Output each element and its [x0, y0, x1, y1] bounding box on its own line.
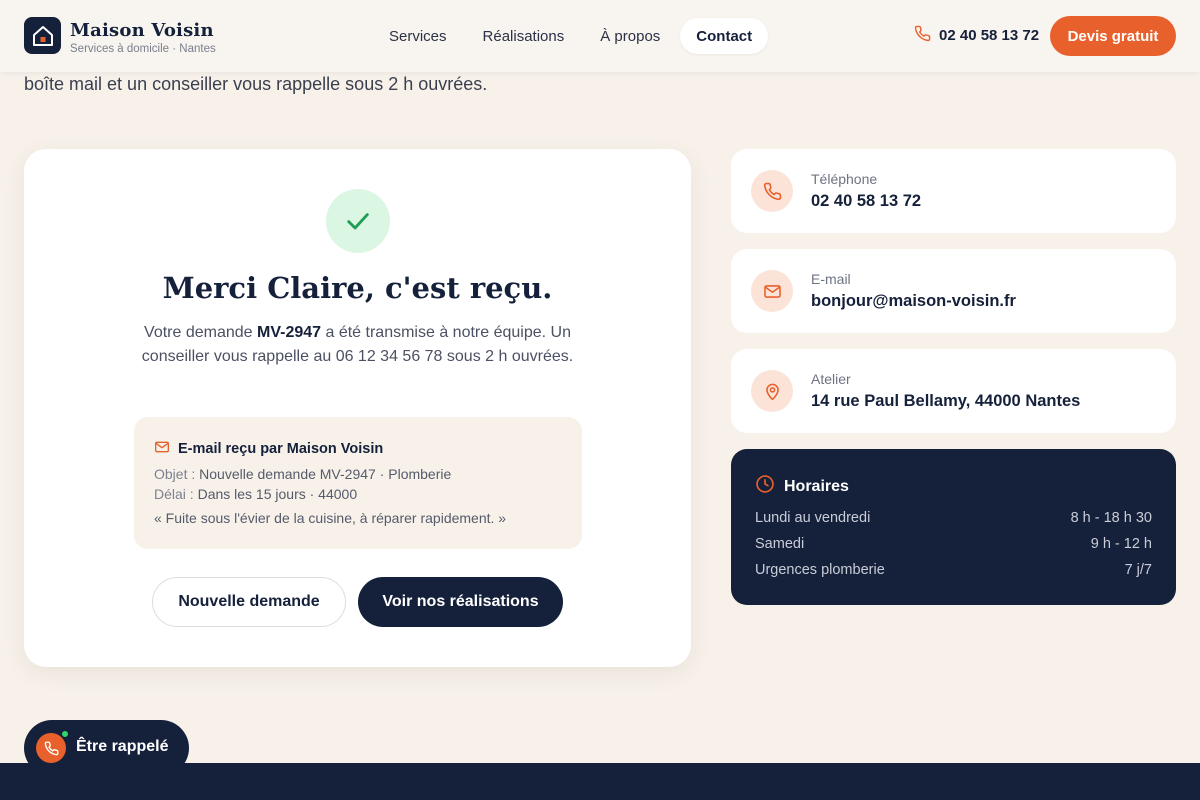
email-delay: Délai : Dans les 15 jours · 44000: [154, 486, 357, 502]
phone-icon: [914, 25, 931, 46]
email-delay-value: Dans les 15 jours · 44000: [197, 486, 358, 502]
confirmation-message: Votre demande MV-2947 a été transmise à …: [134, 321, 581, 369]
hours-time: 8 h - 18 h 30: [1070, 510, 1152, 526]
contact-value: 02 40 58 13 72: [811, 192, 922, 210]
new-request-button[interactable]: Nouvelle demande: [152, 577, 346, 627]
hours-row: Samedi 9 h - 12 h: [755, 536, 1152, 552]
email-heading-text: E-mail reçu par Maison Voisin: [178, 441, 384, 457]
mail-icon: [751, 270, 793, 312]
hours-day: Samedi: [755, 536, 805, 552]
clock-icon: [755, 474, 775, 499]
hours-row: Urgences plomberie 7 j/7: [755, 562, 1152, 578]
hours-day: Urgences plomberie: [755, 562, 885, 578]
success-check-icon: [326, 189, 390, 253]
header-phone-number: 02 40 58 13 72: [939, 27, 1040, 44]
intro-text: boîte mail et un conseiller vous rappell…: [24, 74, 488, 94]
email-delay-label: Délai :: [154, 486, 194, 502]
hours-day: Lundi au vendredi: [755, 510, 871, 526]
request-id: MV-2947: [257, 324, 322, 341]
online-status-dot: [61, 730, 69, 738]
free-quote-button[interactable]: Devis gratuit: [1050, 16, 1176, 56]
nav-item-contact[interactable]: Contact: [680, 18, 769, 54]
phone-callback-icon: [36, 733, 66, 763]
mail-icon: [154, 439, 170, 459]
opening-hours-heading: Horaires: [755, 474, 849, 499]
contact-label: Téléphone: [811, 171, 878, 187]
site-header: Maison Voisin Services à domicile · Nant…: [0, 0, 1200, 72]
callback-label: Être rappelé: [76, 738, 169, 755]
callback-button[interactable]: Être rappelé: [24, 720, 189, 776]
brand-name[interactable]: Maison Voisin: [70, 20, 214, 41]
hours-time: 7 j/7: [1124, 562, 1152, 578]
hours-row: Lundi au vendredi 8 h - 18 h 30: [755, 510, 1152, 526]
header-phone-link[interactable]: 02 40 58 13 72: [914, 25, 1039, 46]
home-logo-icon[interactable]: [24, 17, 61, 54]
email-subject: Objet : Nouvelle demande MV-2947 · Plomb…: [154, 466, 451, 482]
nav-item-realisations[interactable]: Réalisations: [467, 18, 581, 54]
brand-subtitle: Services à domicile · Nantes: [70, 43, 216, 55]
map-pin-icon: [751, 370, 793, 412]
email-receipt-heading: E-mail reçu par Maison Voisin: [154, 439, 383, 459]
contact-value: bonjour@maison-voisin.fr: [811, 292, 1016, 310]
confirmation-title: Merci Claire, c'est reçu.: [162, 271, 553, 305]
contact-card-phone[interactable]: Téléphone 02 40 58 13 72: [731, 149, 1176, 233]
opening-hours-card: Horaires Lundi au vendredi 8 h - 18 h 30…: [731, 449, 1176, 605]
phone-icon: [751, 170, 793, 212]
email-receipt-box: E-mail reçu par Maison Voisin Objet : No…: [134, 417, 582, 549]
contact-label: E-mail: [811, 271, 851, 287]
nav-item-services[interactable]: Services: [373, 18, 463, 54]
email-subject-value: Nouvelle demande MV-2947 · Plomberie: [199, 466, 452, 482]
contact-value: 14 rue Paul Bellamy, 44000 Nantes: [811, 392, 1081, 410]
message-intro: Votre demande: [144, 324, 257, 341]
email-subject-label: Objet :: [154, 466, 196, 482]
confirmation-card: Merci Claire, c'est reçu. Votre demande …: [24, 149, 691, 667]
hours-time: 9 h - 12 h: [1090, 536, 1152, 552]
hours-title: Horaires: [784, 477, 849, 495]
contact-label: Atelier: [811, 371, 851, 387]
nav-item-a-propos[interactable]: À propos: [584, 18, 676, 54]
main-nav: Services Réalisations À propos Contact: [373, 18, 769, 54]
contact-card-address[interactable]: Atelier 14 rue Paul Bellamy, 44000 Nante…: [731, 349, 1176, 433]
contact-card-email[interactable]: E-mail bonjour@maison-voisin.fr: [731, 249, 1176, 333]
email-quote: « Fuite sous l'évier de la cuisine, à ré…: [154, 510, 507, 526]
see-works-button[interactable]: Voir nos réalisations: [358, 577, 563, 627]
